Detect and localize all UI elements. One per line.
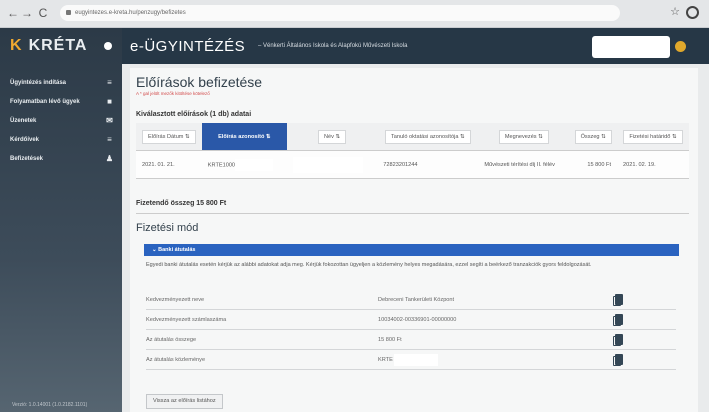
lock-icon <box>66 9 71 15</box>
sidebar-item-label: Befizetések <box>10 156 44 162</box>
col-label: Név <box>324 133 334 140</box>
cell-description: Művészeti térítési díj II. félév <box>478 150 570 179</box>
selected-items-table: Előírás Dátum ⇅ Előírás azonosító ⇅ Név … <box>136 123 689 179</box>
sidebar-item-new-case[interactable]: Ügyintézés indítása ≡ <box>10 76 114 90</box>
cell-date: 2021. 01. 21. <box>136 150 202 179</box>
sidebar-item-ongoing-cases[interactable]: Folyamatban lévő ügyek ■ <box>10 95 114 109</box>
info-row-beneficiary: Kedvezményezett neve Debreceni Tankerület… <box>146 291 676 310</box>
reference-text: KRTE <box>378 357 393 363</box>
header: e-ÜGYINTÉZÉS – Vénkerti Általános Iskola… <box>122 28 709 64</box>
col-name[interactable]: Név ⇅ <box>286 123 378 151</box>
copy-icon[interactable] <box>613 354 623 366</box>
info-value: 10034002-00336901-00000000 <box>378 317 457 323</box>
browser-toolbar: ← → C eugyintezes.e-kreta.hu/penzugy/bef… <box>0 0 709 28</box>
version-text: Verzió: 1.0.14001 (1.0.2182.1101) <box>12 402 88 408</box>
info-label: Kedvezményezett neve <box>146 297 205 303</box>
url-text: eugyintezes.e-kreta.hu/penzugy/befizetes <box>75 10 186 16</box>
ongoing-icon: ■ <box>107 97 112 106</box>
kreta-logo[interactable]: K KRÉTA <box>10 37 87 55</box>
info-label: Kedvezményezett számlaszáma <box>146 317 227 323</box>
star-icon[interactable]: ☆ <box>670 6 686 18</box>
page-title: Előírások befizetése <box>136 74 263 90</box>
info-row-amount: Az átutalás összege 15 800 Ft <box>146 331 676 350</box>
main-content: Előírások befizetése A * gal jelölt mező… <box>122 64 709 412</box>
copy-icon[interactable] <box>613 294 623 306</box>
redacted-block <box>394 353 439 366</box>
sidebar-item-label: Kérdőívek <box>10 137 40 143</box>
col-amount[interactable]: Összeg ⇅ <box>569 123 617 151</box>
sidebar-toggle-icon[interactable] <box>104 42 112 50</box>
bank-section-label: Banki átutalás <box>158 247 196 253</box>
sidebar-item-label: Ügyintézés indítása <box>10 80 67 86</box>
col-deadline[interactable]: Fizetési határidő ⇅ <box>617 123 689 151</box>
envelope-icon: ✉ <box>106 116 113 125</box>
sidebar-item-label: Üzenetek <box>10 118 37 124</box>
copy-icon[interactable] <box>613 334 623 346</box>
info-label: Az átutalás összege <box>146 337 197 343</box>
cell-name <box>286 150 378 179</box>
payment-card: Előírások befizetése A * gal jelölt mező… <box>130 68 698 412</box>
logo-text: KRÉTA <box>28 37 88 54</box>
cell-student-id: 72823201244 <box>377 150 479 179</box>
redacted-block <box>292 156 363 173</box>
col-description[interactable]: Megnevezés ⇅ <box>478 123 570 151</box>
cell-id: KRTE1000 <box>201 150 287 179</box>
app-title: e-ÜGYINTÉZÉS <box>130 38 246 55</box>
payment-method-title: Fizetési mód <box>136 222 199 234</box>
table-row: 2021. 01. 21. KRTE1000 72823201244 Művés… <box>136 150 689 179</box>
required-note: A * gal jelölt mezők kitöltése kötelező <box>136 91 210 96</box>
col-label: Előírás Dátum <box>148 133 184 140</box>
back-to-list-button[interactable]: Vissza az előírás listához <box>146 394 223 409</box>
forward-icon[interactable]: → <box>20 6 34 20</box>
col-label: Összeg <box>580 133 600 140</box>
back-icon[interactable]: ← <box>6 6 20 20</box>
selected-items-label: Kiválasztott előírások (1 db) adatai <box>136 111 252 118</box>
reload-icon[interactable]: C <box>36 6 50 20</box>
user-menu-icon[interactable] <box>675 41 686 52</box>
sidebar-item-messages[interactable]: Üzenetek ✉ <box>10 114 114 128</box>
info-value: KRTE <box>378 351 439 369</box>
redacted-block <box>235 158 274 171</box>
copy-icon[interactable] <box>613 314 623 326</box>
bank-description: Egyedi banki átutalás esetén kérjük az a… <box>146 262 592 268</box>
divider <box>136 213 689 214</box>
user-icon: ♟ <box>105 154 114 163</box>
cell-deadline: 2021. 02. 19. <box>617 150 689 179</box>
user-name-redacted[interactable] <box>592 36 670 58</box>
school-name: – Vénkerti Általános Iskola és Alapfokú … <box>258 43 408 49</box>
new-case-icon: ≡ <box>107 78 112 87</box>
info-value: 15 800 Ft <box>378 337 402 343</box>
sidebar-item-label: Folyamatban lévő ügyek <box>10 99 80 105</box>
col-student-id[interactable]: Tanuló oktatási azonosítója ⇅ <box>377 123 479 151</box>
sidebar-item-surveys[interactable]: Kérdőívek ≡ <box>10 133 114 147</box>
info-row-account: Kedvezményezett számlaszáma 10034002-0033… <box>146 311 676 330</box>
bank-transfer-accordion[interactable]: ⌄ Banki átutalás <box>144 244 679 256</box>
col-label: Tanuló oktatási azonosítója <box>390 133 459 140</box>
profile-icon[interactable] <box>686 5 699 19</box>
browser-actions: ☆ <box>670 5 699 19</box>
sidebar: K KRÉTA Ügyintézés indítása ≡ Folyamatban … <box>0 28 122 412</box>
sidebar-item-payments[interactable]: Befizetések ♟ <box>10 152 114 166</box>
id-text: KRTE1000 <box>207 161 236 168</box>
info-label: Az átutalás közleménye <box>146 357 206 363</box>
col-id[interactable]: Előírás azonosító ⇅ <box>201 123 287 151</box>
info-value: Debreceni Tankerületi Központ <box>378 297 455 303</box>
address-bar[interactable]: eugyintezes.e-kreta.hu/penzugy/befizetes <box>60 5 620 21</box>
col-label: Fizetési határidő <box>629 133 671 140</box>
total-amount: Fizetendő összeg 15 800 Ft <box>136 200 227 207</box>
info-row-reference: Az átutalás közleménye KRTE <box>146 351 676 370</box>
col-label: Előírás azonosító <box>218 133 265 140</box>
list-icon: ≡ <box>107 135 112 144</box>
cell-amount: 15 800 Ft <box>569 150 617 179</box>
col-date[interactable]: Előírás Dátum ⇅ <box>136 123 202 151</box>
kreta-logo-icon: K <box>10 37 23 54</box>
col-label: Megnevezés <box>504 133 537 140</box>
